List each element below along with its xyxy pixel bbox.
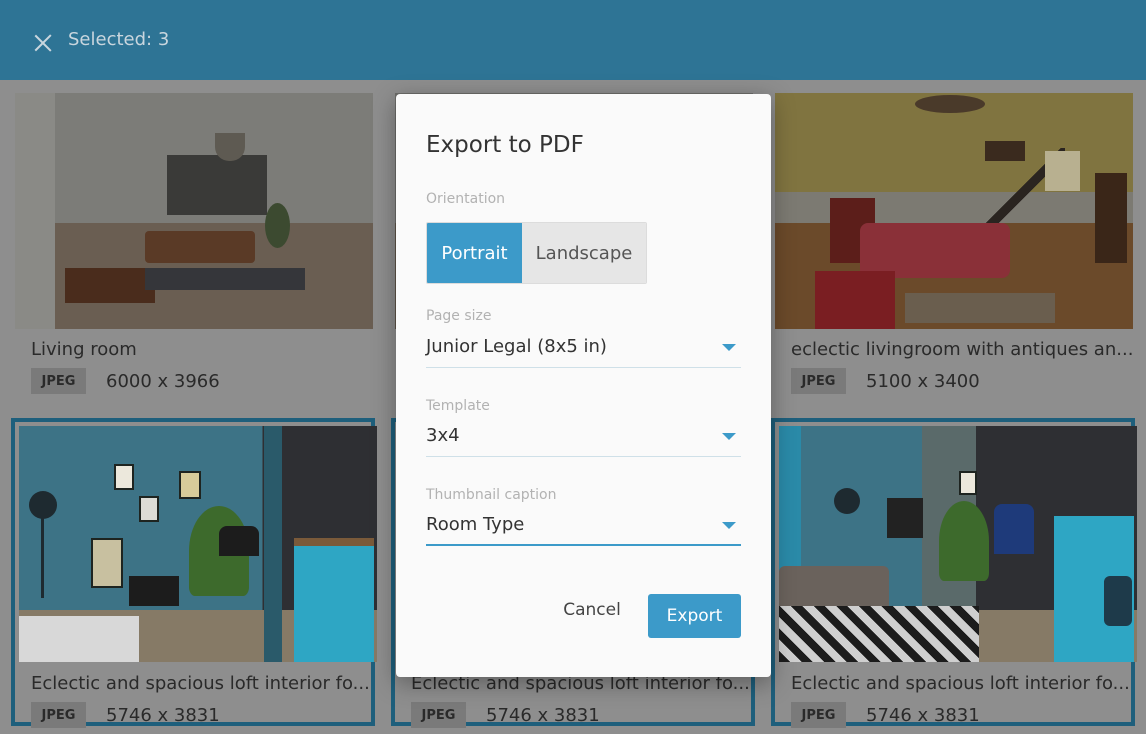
landscape-option[interactable]: Landscape <box>522 223 646 283</box>
caption-label: Thumbnail caption <box>426 487 557 503</box>
template-select[interactable]: 3x4 <box>426 417 741 457</box>
export-button[interactable]: Export <box>648 594 741 638</box>
image-dimensions: 5746 x 3831 <box>106 705 220 726</box>
format-badge: JPEG <box>791 702 846 728</box>
thumbnail-image[interactable] <box>775 93 1133 329</box>
card-title: eclectic livingroom with antiques an... <box>791 339 1134 360</box>
caption-value: Room Type <box>426 514 525 535</box>
page-size-value: Junior Legal (8x5 in) <box>426 336 607 357</box>
chevron-down-icon <box>722 433 736 440</box>
image-dimensions: 6000 x 3966 <box>106 371 220 392</box>
thumbnail-image[interactable] <box>779 426 1137 662</box>
orientation-toggle: Portrait Landscape <box>426 222 647 284</box>
portrait-option[interactable]: Portrait <box>427 223 522 283</box>
card-title: Eclectic and spacious loft interior fo..… <box>31 673 370 694</box>
chevron-down-icon <box>722 522 736 529</box>
selection-toolbar: Selected: 3 <box>0 0 1146 80</box>
cancel-button[interactable]: Cancel <box>556 600 628 630</box>
image-card-selected[interactable]: Eclectic and spacious loft interior fo..… <box>11 418 377 728</box>
format-badge: JPEG <box>31 368 86 394</box>
image-dimensions: 5100 x 3400 <box>866 371 980 392</box>
export-pdf-dialog: Export to PDF Orientation Portrait Lands… <box>396 94 771 677</box>
selection-count: Selected: 3 <box>68 29 170 50</box>
template-label: Template <box>426 398 490 414</box>
thumbnail-image[interactable] <box>15 93 373 329</box>
orientation-label: Orientation <box>426 191 506 207</box>
caption-select[interactable]: Room Type <box>426 506 741 546</box>
page-size-select[interactable]: Junior Legal (8x5 in) <box>426 328 741 368</box>
format-badge: JPEG <box>411 702 466 728</box>
template-value: 3x4 <box>426 425 460 446</box>
image-card[interactable]: eclectic livingroom with antiques an... … <box>771 80 1135 394</box>
image-dimensions: 5746 x 3831 <box>486 705 600 726</box>
image-card-selected[interactable]: Eclectic and spacious loft interior fo..… <box>771 418 1137 728</box>
close-icon[interactable] <box>31 31 55 55</box>
image-card[interactable]: Living room JPEG 6000 x 3966 <box>11 80 375 394</box>
card-title: Eclectic and spacious loft interior fo..… <box>791 673 1130 694</box>
dialog-title: Export to PDF <box>426 132 584 158</box>
format-badge: JPEG <box>791 368 846 394</box>
card-title: Living room <box>31 339 137 360</box>
chevron-down-icon <box>722 344 736 351</box>
format-badge: JPEG <box>31 702 86 728</box>
page-size-label: Page size <box>426 308 492 324</box>
thumbnail-image[interactable] <box>19 426 377 662</box>
image-dimensions: 5746 x 3831 <box>866 705 980 726</box>
